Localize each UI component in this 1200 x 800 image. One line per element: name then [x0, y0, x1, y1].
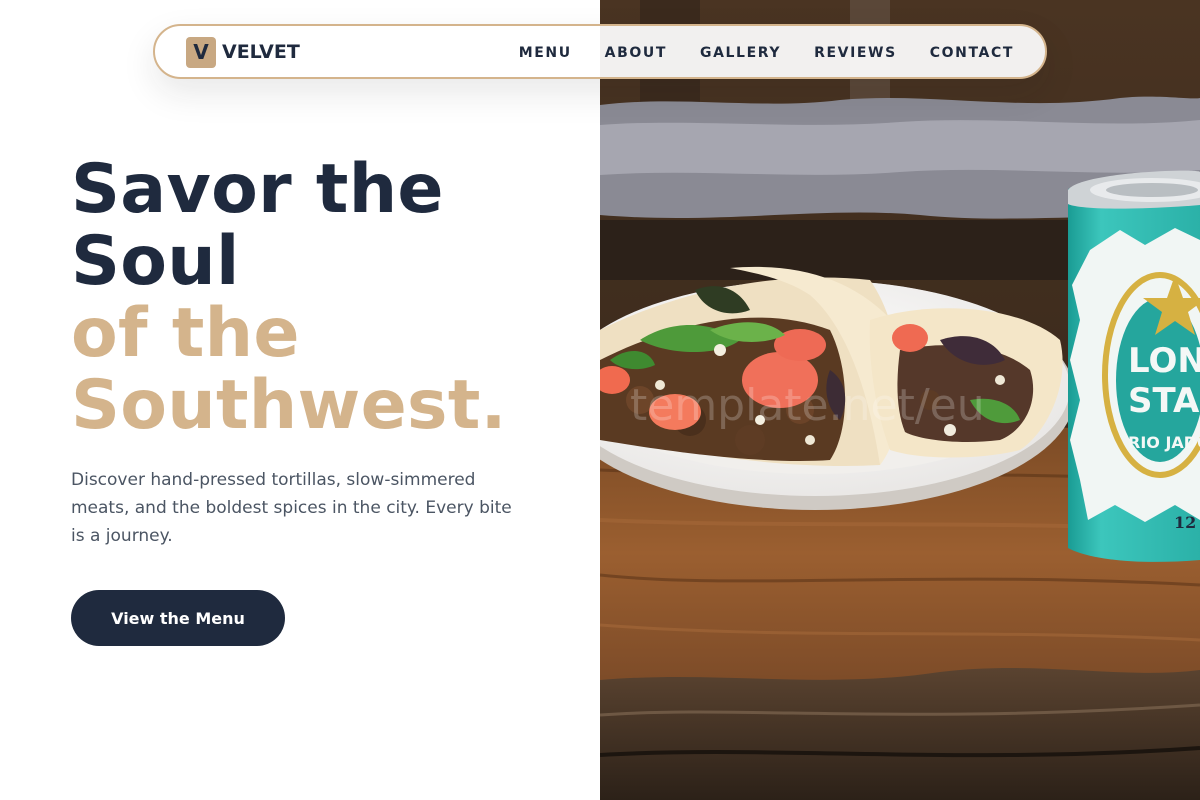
view-menu-button[interactable]: View the Menu [71, 590, 285, 646]
logo[interactable]: V VELVET [186, 36, 300, 68]
headline-line-2: Soul [71, 222, 240, 301]
nav-link-about[interactable]: ABOUT [605, 45, 667, 61]
hero-copy: Savor the Soul of the Southwest. [71, 154, 591, 442]
nav-link-contact[interactable]: CONTACT [930, 45, 1014, 61]
nav-links: MENU ABOUT GALLERY REVIEWS CONTACT [519, 26, 1014, 77]
nav-link-menu[interactable]: MENU [519, 45, 572, 61]
can-size-label: 12 [1174, 513, 1196, 532]
can-brand-line-1: LONE [1128, 341, 1200, 381]
can-brand-line-2: STAR [1128, 381, 1200, 421]
hero-image: template.net/eu LONE STAR RIO JADO 12 [600, 0, 1200, 800]
headline-line-3: of the [71, 294, 300, 373]
brand-name: VELVET [222, 41, 300, 63]
svg-text:template.net/eu: template.net/eu [630, 380, 985, 431]
navbar: V VELVET MENU ABOUT GALLERY REVIEWS CONT… [153, 24, 1047, 79]
beer-can: LONE STAR RIO JADO 12 [1068, 170, 1200, 562]
headline-line-4: Southwest. [71, 366, 507, 445]
hero-description: Discover hand-pressed tortillas, slow-si… [71, 470, 512, 546]
nav-link-gallery[interactable]: GALLERY [700, 45, 781, 61]
hero-headline: Savor the Soul of the Southwest. [71, 154, 591, 442]
nav-link-reviews[interactable]: REVIEWS [814, 45, 897, 61]
logo-mark: V [186, 36, 216, 68]
can-sub-label: RIO JADO [1128, 433, 1200, 452]
headline-line-1: Savor the [71, 150, 444, 229]
